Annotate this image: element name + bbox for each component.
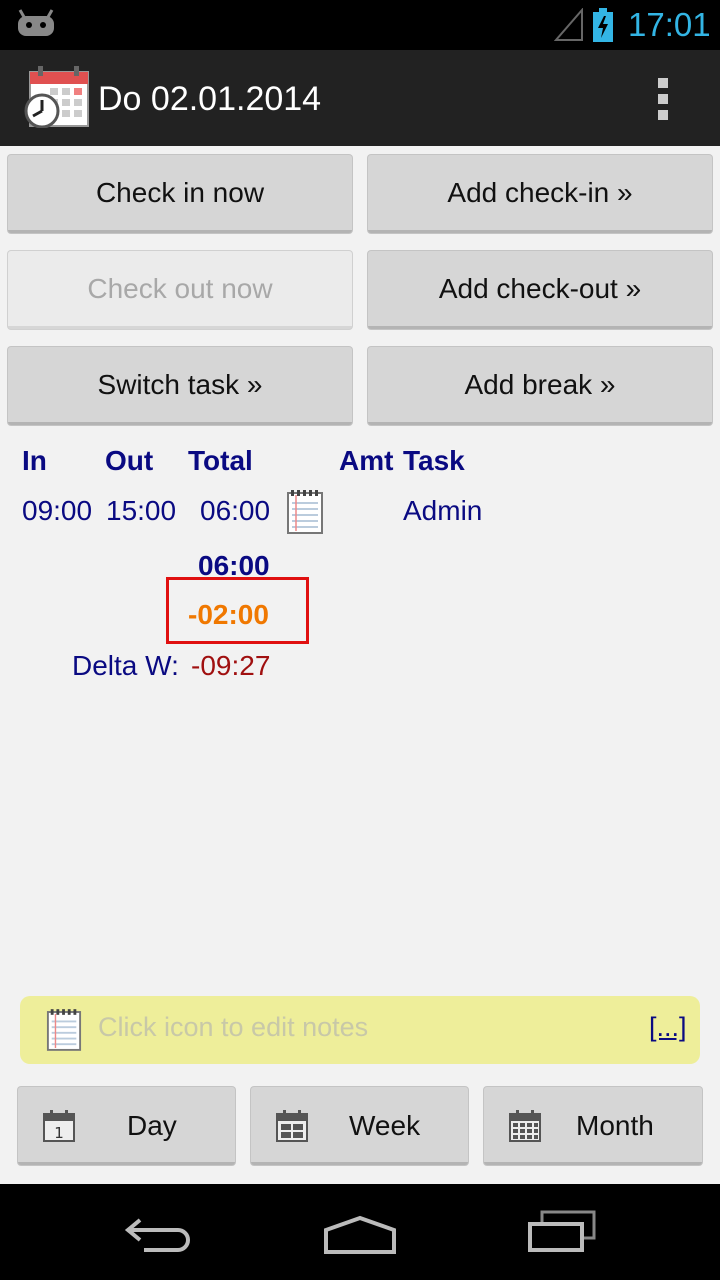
delta-week-label: Delta W: <box>72 650 179 681</box>
edit-notes-icon[interactable] <box>46 1008 82 1057</box>
notes-more-link[interactable]: [...] <box>649 1010 687 1044</box>
home-icon[interactable] <box>322 1214 398 1259</box>
signal-icon <box>553 7 584 47</box>
action-bar: Do 02.01.2014 <box>0 50 720 146</box>
row-out-time[interactable]: 15:00 <box>106 494 176 528</box>
status-clock: 17:01 <box>628 6 711 43</box>
switch-task-button[interactable]: Switch task » <box>8 347 352 425</box>
back-icon[interactable] <box>124 1214 194 1259</box>
battery-icon <box>592 8 614 47</box>
calendar-day-icon: 1 <box>42 1109 76 1150</box>
difference-value: -02:00 <box>188 599 269 630</box>
check-out-now-button[interactable]: Check out now <box>8 251 352 329</box>
add-check-out-button[interactable]: Add check-out » <box>368 251 712 329</box>
calendar-month-icon <box>508 1109 542 1150</box>
notes-hint: Click icon to edit notes <box>98 1012 369 1042</box>
notepad-icon[interactable] <box>286 489 324 540</box>
svg-text:1: 1 <box>54 1124 64 1142</box>
column-header-in: In <box>22 445 47 476</box>
notes-bar[interactable]: Click icon to edit notes [...] <box>20 996 700 1064</box>
add-check-in-button[interactable]: Add check-in » <box>368 155 712 233</box>
month-label: Month <box>576 1110 654 1141</box>
week-view-button[interactable]: Week <box>251 1087 468 1165</box>
status-bar: 17:01 <box>0 0 720 50</box>
page-title: Do 02.01.2014 <box>98 80 322 118</box>
row-in-time[interactable]: 09:00 <box>22 494 92 528</box>
add-break-button[interactable]: Add break » <box>368 347 712 425</box>
row-total-time: 06:00 <box>200 495 271 526</box>
month-view-button[interactable]: Month <box>484 1087 702 1165</box>
column-header-amt: Amt <box>339 445 394 476</box>
system-nav-bar <box>0 1184 720 1280</box>
week-label: Week <box>349 1110 421 1141</box>
column-header-out: Out <box>105 445 154 476</box>
day-label: Day <box>127 1110 177 1141</box>
calendar-clock-icon[interactable] <box>24 66 90 133</box>
delta-week-value: -09:27 <box>191 650 271 681</box>
check-in-now-button[interactable]: Check in now <box>8 155 352 233</box>
recent-apps-icon[interactable] <box>526 1210 598 1259</box>
day-view-button[interactable]: 1 Day <box>18 1087 235 1165</box>
android-debug-icon <box>16 8 56 43</box>
column-header-total: Total <box>188 445 253 476</box>
overflow-menu-icon[interactable] <box>648 78 678 122</box>
column-header-task: Task <box>403 445 465 476</box>
row-task[interactable]: Admin <box>403 494 482 528</box>
calendar-week-icon <box>275 1109 309 1150</box>
